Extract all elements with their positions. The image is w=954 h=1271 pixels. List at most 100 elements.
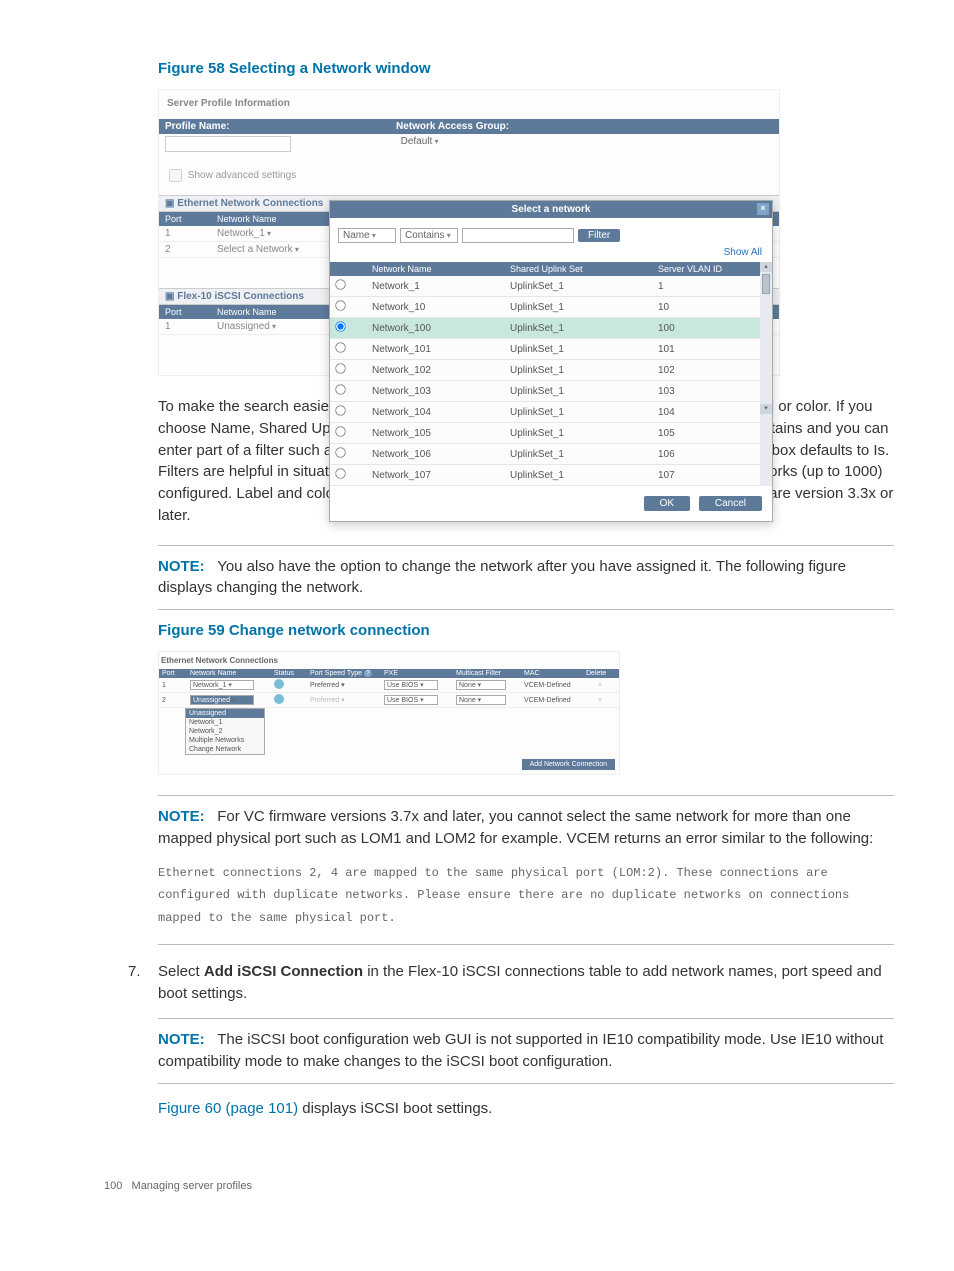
shared-uplink-set-cell: UplinkSet_1 [506,384,654,399]
show-advanced-checkbox[interactable] [169,169,182,182]
network-radio[interactable] [335,363,345,373]
network-radio[interactable] [335,342,345,352]
server-vlan-id-cell: 100 [654,321,760,336]
add-network-connection-button[interactable]: Add Network Connection [522,759,615,770]
network-option-row[interactable]: Network_106 UplinkSet_1 106 [330,444,760,465]
filter-button[interactable]: Filter [578,229,620,242]
network-option-row[interactable]: Network_10 UplinkSet_1 10 [330,297,760,318]
col-network-name: Network Name [187,669,271,678]
scroll-thumb[interactable] [762,274,770,294]
network-radio[interactable] [335,279,345,289]
filter-text-input[interactable] [462,228,574,243]
dropdown-item[interactable]: Network_2 [186,727,264,736]
network-name-cell: Network_104 [368,405,506,420]
server-vlan-id-cell: 10 [654,300,760,315]
multicast-filter-dropdown[interactable]: None [456,695,506,705]
network-name-cell: Network_102 [368,363,506,378]
ok-button[interactable]: OK [644,496,690,511]
figure-60-link[interactable]: Figure 60 (page 101) [158,1100,298,1117]
network-name-dropdown[interactable]: Select a Network [217,244,299,255]
ethernet-connection-row: 2 Unassigned Preferred ▾ Use BIOS None V… [159,693,619,708]
popup-scrollbar[interactable]: ▴ ▾ [760,262,772,486]
dropdown-item[interactable]: Network_1 [186,718,264,727]
col-port: Port [159,669,187,678]
network-name-dropdown[interactable]: Unassigned [217,321,276,332]
col-network-name: Network Name [368,262,506,276]
col-mac: MAC [521,669,583,678]
network-radio[interactable] [335,321,345,331]
network-name-cell: Network_10 [368,300,506,315]
network-option-row[interactable]: Network_102 UplinkSet_1 102 [330,360,760,381]
note-change-network: NOTE: You also have the option to change… [158,545,894,611]
network-radio[interactable] [335,426,345,436]
note-vc37x: NOTE: For VC firmware versions 3.7x and … [158,795,894,850]
network-name-cell: Network_100 [368,321,506,336]
help-icon[interactable]: ? [364,670,372,677]
scroll-up-icon[interactable]: ▴ [760,262,772,272]
network-option-row[interactable]: Network_100 UplinkSet_1 100 [330,318,760,339]
network-option-row[interactable]: Network_105 UplinkSet_1 105 [330,423,760,444]
dropdown-item[interactable]: Unassigned [186,709,264,718]
network-radio[interactable] [335,300,345,310]
network-change-dropdown[interactable]: UnassignedNetwork_1Network_2Multiple Net… [185,708,265,755]
show-all-link[interactable]: Show All [330,247,772,262]
network-radio[interactable] [335,468,345,478]
network-name-dropdown[interactable]: Unassigned [190,695,254,705]
port-speed-type-dropdown[interactable]: Preferred ▾ [307,695,381,705]
ss2-ethernet-title: Ethernet Network Connections [159,652,619,669]
port-cell: 1 [159,226,211,241]
col-shared-uplink-set: Shared Uplink Set [506,262,654,276]
shared-uplink-set-cell: UplinkSet_1 [506,321,654,336]
network-name-cell: Network_106 [368,447,506,462]
network-name-cell: Network_107 [368,468,506,483]
network-name-dropdown[interactable]: Network_1 [217,228,271,239]
profile-name-input[interactable] [165,136,291,152]
profile-header-bar: Profile Name: Network Access Group: [159,119,779,134]
delete-icon[interactable]: × [583,696,617,705]
note-label: NOTE: [158,558,205,575]
col-server-vlan-id: Server VLAN ID [654,262,760,276]
step-7-number: 7. [128,961,158,1120]
port-cell: 1 [159,681,187,690]
server-vlan-id-cell: 107 [654,468,760,483]
pxe-dropdown[interactable]: Use BIOS [384,695,438,705]
status-icon [274,679,284,689]
dropdown-item[interactable]: Multiple Networks [186,736,264,745]
server-vlan-id-cell: 104 [654,405,760,420]
dropdown-item[interactable]: Change Network [186,745,264,754]
network-name-dropdown[interactable]: Network_1 [190,680,254,690]
mac-cell: VCEM-Defined [521,681,583,690]
delete-icon[interactable]: × [583,681,617,690]
network-option-row[interactable]: Network_1 UplinkSet_1 1 [330,276,760,297]
network-option-row[interactable]: Network_104 UplinkSet_1 104 [330,402,760,423]
port-speed-type-dropdown[interactable]: Preferred ▾ [307,680,381,690]
filter-by-dropdown[interactable]: Name [338,228,396,243]
pxe-dropdown[interactable]: Use BIOS [384,680,438,690]
network-access-group-dropdown[interactable]: Default [401,136,439,147]
shared-uplink-set-cell: UplinkSet_1 [506,363,654,378]
cancel-button[interactable]: Cancel [699,496,762,511]
network-name-cell: Network_1 [368,279,506,294]
network-option-row[interactable]: Network_103 UplinkSet_1 103 [330,381,760,402]
shared-uplink-set-cell: UplinkSet_1 [506,405,654,420]
server-profile-info-title: Server Profile Information [167,98,779,109]
multicast-filter-dropdown[interactable]: None [456,680,506,690]
col-port-speed-type: Port Speed Type ? [307,669,381,678]
network-radio[interactable] [335,447,345,457]
scroll-down-icon[interactable]: ▾ [760,404,772,414]
port-cell: 2 [159,696,187,705]
shared-uplink-set-cell: UplinkSet_1 [506,447,654,462]
shared-uplink-set-cell: UplinkSet_1 [506,426,654,441]
network-option-row[interactable]: Network_107 UplinkSet_1 107 [330,465,760,486]
col-port-flex: Port [159,305,211,319]
show-advanced-settings[interactable]: Show advanced settings [165,166,779,185]
close-icon[interactable]: × [757,203,769,215]
filter-op-dropdown[interactable]: Contains [400,228,458,243]
network-option-row[interactable]: Network_101 UplinkSet_1 101 [330,339,760,360]
show-advanced-label: Show advanced settings [188,170,296,181]
network-access-group-label: Network Access Group: [396,121,773,132]
network-radio[interactable] [335,384,345,394]
page-number: 100 [104,1180,122,1192]
network-radio[interactable] [335,405,345,415]
network-name-cell: Network_103 [368,384,506,399]
